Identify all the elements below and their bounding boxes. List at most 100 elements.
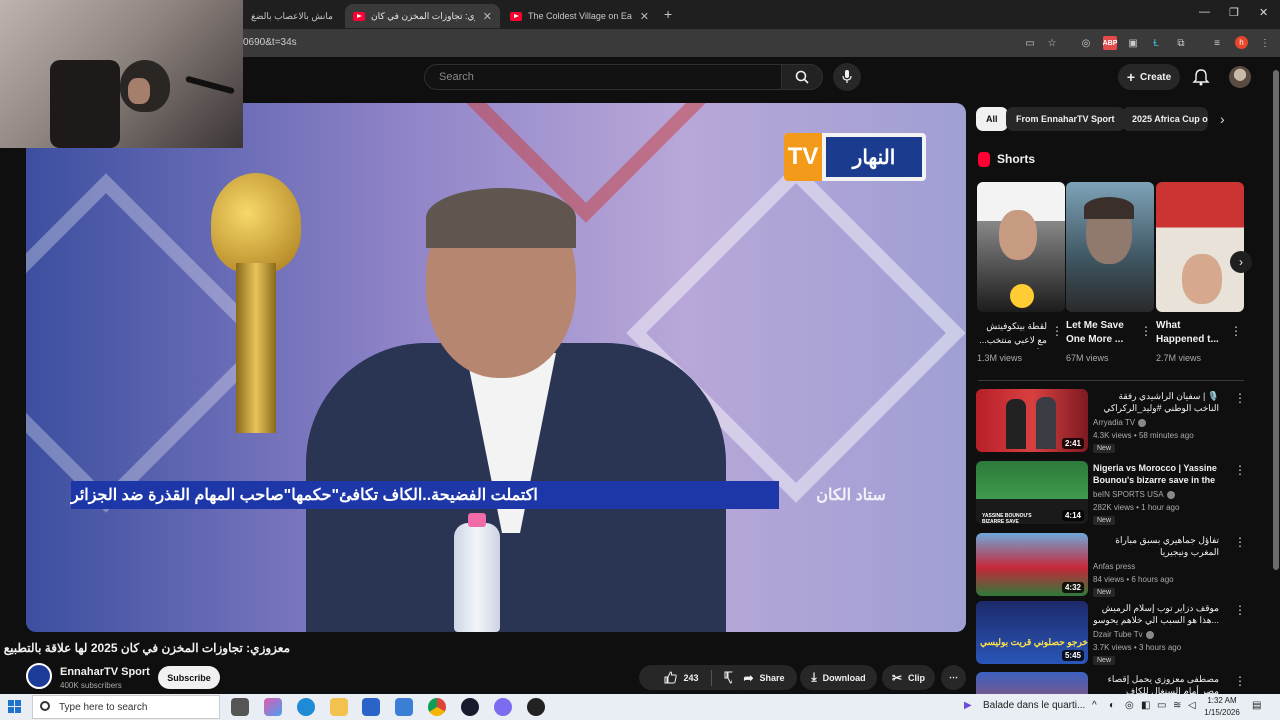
video-title: معزوزي: تجاوزات المخزن في كان 2025 لها ع…	[3, 641, 290, 655]
voice-search-button[interactable]	[833, 63, 861, 91]
channel-name[interactable]: EnnaharTV Sport	[60, 666, 150, 678]
tray-icon[interactable]: ◧	[1141, 700, 1150, 711]
wifi-icon[interactable]: ≋	[1173, 700, 1181, 711]
bookmark-star-icon[interactable]: ☆	[1045, 36, 1059, 50]
more-vertical-icon[interactable]: ⋮	[1234, 603, 1246, 617]
extension-icon[interactable]: ◎	[1079, 36, 1093, 50]
notifications-bell-icon[interactable]	[1191, 67, 1211, 87]
view-count: 4.3K views	[1093, 431, 1132, 440]
scrollbar-thumb[interactable]	[1273, 70, 1279, 570]
discord-icon[interactable]	[494, 698, 512, 716]
weather-text[interactable]: Balade dans le quarti...	[983, 700, 1085, 711]
search-input[interactable]: Search	[424, 64, 781, 90]
chevron-right-icon[interactable]: ›	[1220, 111, 1225, 127]
video-duration: 5:45	[1061, 650, 1084, 661]
cast-icon[interactable]: ▭	[1023, 36, 1037, 50]
video-player[interactable]: TV النهار اكتملت الفضيحة..الكاف تكافئ"حك…	[26, 103, 966, 632]
minimize-icon[interactable]: —	[1199, 6, 1210, 18]
more-vertical-icon[interactable]: ⋮	[1051, 324, 1063, 338]
edge-icon[interactable]	[297, 698, 315, 716]
browser-tab-3[interactable]: The Coldest Village on Earth: O ✕	[502, 4, 657, 28]
profile-avatar[interactable]: h	[1235, 36, 1248, 49]
create-button[interactable]: + Create	[1118, 64, 1180, 90]
taskbar-search-input[interactable]: Type here to search	[32, 695, 220, 719]
url-field[interactable]: 0690&t=34s	[243, 37, 297, 48]
new-tab-button[interactable]: +	[664, 6, 672, 22]
more-vertical-icon[interactable]: ⋮	[1234, 463, 1246, 477]
plus-icon: +	[1126, 69, 1136, 85]
more-actions-button[interactable]: ⋯	[941, 665, 966, 690]
search-button[interactable]	[781, 64, 823, 90]
short-item[interactable]: What Happened t... 2.7M views ⋮	[1156, 182, 1244, 363]
clock-time: 1:32 AM	[1207, 696, 1237, 705]
video-title: 🎙️ | سفيان الراشيدي رفقة الناخب الوطني #…	[1103, 391, 1219, 413]
browser-tab-1[interactable]: مانش بالاعصاب بالضغ	[243, 4, 341, 28]
view-count: 282K views	[1093, 503, 1134, 512]
tray-icon[interactable]: ◎	[1125, 700, 1134, 711]
related-video[interactable]: خرجو حصلوني قريت بوليسي 5:45 موقف دزاير …	[976, 601, 1246, 667]
close-tab-icon[interactable]: ✕	[483, 10, 492, 23]
more-vertical-icon[interactable]: ⋮	[1234, 391, 1246, 405]
chrome-icon[interactable]	[428, 698, 446, 716]
tray-chevron-icon[interactable]: ^	[1092, 700, 1097, 711]
microphone-icon	[842, 70, 852, 83]
restore-icon[interactable]: ❐	[1229, 6, 1239, 19]
copilot-icon[interactable]	[264, 698, 282, 716]
clip-button[interactable]: ✂ Clip	[882, 665, 935, 690]
menu-kebab-icon[interactable]: ⋮	[1258, 36, 1272, 50]
related-video[interactable]: مصطفى معزوزي يحمل إقصاء مصر أمام السنغال…	[976, 672, 1246, 694]
account-avatar[interactable]	[1229, 66, 1251, 88]
chip-all[interactable]: All	[976, 107, 1008, 131]
translate-icon[interactable]: Ɫ	[1149, 36, 1163, 50]
puzzle-icon[interactable]: ⧉	[1174, 36, 1188, 50]
related-video[interactable]: 2:41 🎙️ | سفيان الراشيدي رفقة الناخب الو…	[976, 389, 1246, 455]
thumbnail-text: خرجو حصلوني قريت بوليسي	[980, 637, 1088, 647]
video-title: تفاؤل جماهيري بسبق مباراة المغرب ونيجيري…	[1115, 535, 1219, 557]
chip-from-channel[interactable]: From EnnaharTV Sport	[1006, 107, 1125, 131]
close-tab-icon[interactable]: ✕	[640, 10, 649, 23]
channel-avatar[interactable]	[26, 663, 52, 689]
browser-tab-2[interactable]: معزوزي: تجاوزات المخزن في كان ✕	[345, 4, 500, 28]
upload-age: 1 hour ago	[1141, 503, 1180, 512]
short-thumbnail	[977, 182, 1065, 312]
related-video[interactable]: YASSINE BOUNOU'S BIZARRE SAVE 4:14 Niger…	[976, 461, 1246, 527]
store-icon[interactable]	[362, 698, 380, 716]
reading-list-icon[interactable]: ≡	[1210, 36, 1224, 50]
chip-africa-cup[interactable]: 2025 Africa Cup o	[1122, 107, 1208, 131]
volume-icon[interactable]: ◁	[1188, 700, 1196, 711]
short-item[interactable]: لقطة بيتكوفيتش مع لاعبي منتخب... لا أحد …	[977, 182, 1065, 363]
video-meta: 84 views • 6 hours ago	[1093, 575, 1174, 584]
video-duration: 2:41	[1061, 438, 1084, 449]
person-face	[128, 78, 150, 104]
like-button[interactable]: 243	[664, 671, 699, 684]
more-vertical-icon[interactable]: ⋮	[1234, 535, 1246, 549]
download-button[interactable]: ⤓ Download	[800, 665, 877, 690]
mail-icon[interactable]	[395, 698, 413, 716]
more-horizontal-icon: ⋯	[949, 672, 958, 682]
close-window-icon[interactable]: ✕	[1259, 6, 1268, 19]
extension-icon[interactable]: ▣	[1126, 36, 1140, 50]
youtube-favicon-icon	[510, 11, 522, 21]
notification-center-icon[interactable]: ▤	[1252, 700, 1261, 711]
file-explorer-icon[interactable]	[330, 698, 348, 716]
app-icon[interactable]	[461, 698, 479, 716]
subscribe-button[interactable]: Subscribe	[158, 666, 220, 689]
system-clock[interactable]: 1:32 AM 1/15/2026	[1200, 695, 1244, 719]
related-video[interactable]: 4:32 تفاؤل جماهيري بسبق مباراة المغرب ون…	[976, 533, 1246, 599]
obs-icon[interactable]	[527, 698, 545, 716]
logo-name-text: النهار	[826, 137, 922, 177]
page-scrollbar[interactable]	[1272, 60, 1280, 695]
tray-icon[interactable]: ◐	[1109, 700, 1115, 711]
share-button[interactable]: ➦ Share	[731, 665, 797, 690]
short-item[interactable]: Let Me Save One More ... 67M views ⋮	[1066, 182, 1154, 363]
more-vertical-icon[interactable]: ⋮	[1234, 674, 1246, 688]
more-vertical-icon[interactable]: ⋮	[1140, 324, 1152, 338]
network-icon[interactable]: ▭	[1157, 700, 1166, 711]
more-vertical-icon[interactable]: ⋮	[1230, 324, 1242, 338]
adblock-icon[interactable]: ABP	[1103, 36, 1117, 50]
windows-start-icon[interactable]	[8, 700, 22, 714]
video-channel: Arryadia TV	[1093, 418, 1147, 427]
shorts-next-button[interactable]: ›	[1230, 251, 1252, 273]
video-channel: beIN SPORTS USA	[1093, 490, 1175, 499]
task-view-icon[interactable]	[231, 698, 249, 716]
